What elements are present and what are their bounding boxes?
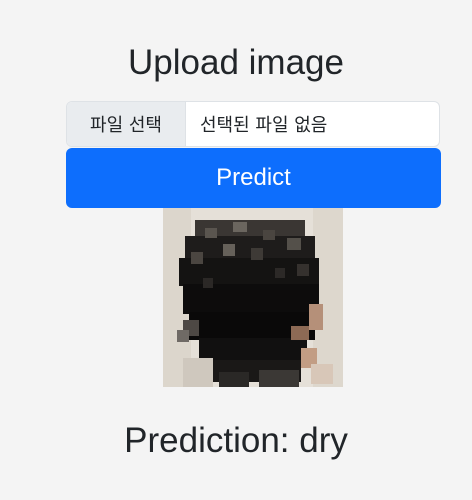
prediction-result: Prediction: dry [124,421,348,460]
page-title: Upload image [128,43,344,82]
file-choose-button[interactable]: 파일 선택 [67,102,186,146]
file-input[interactable]: 파일 선택 선택된 파일 없음 [66,101,440,147]
predict-button[interactable]: Predict [66,148,441,208]
file-status-text: 선택된 파일 없음 [200,115,328,136]
uploaded-image-preview [163,208,343,387]
pixelated-head-image [163,208,343,387]
